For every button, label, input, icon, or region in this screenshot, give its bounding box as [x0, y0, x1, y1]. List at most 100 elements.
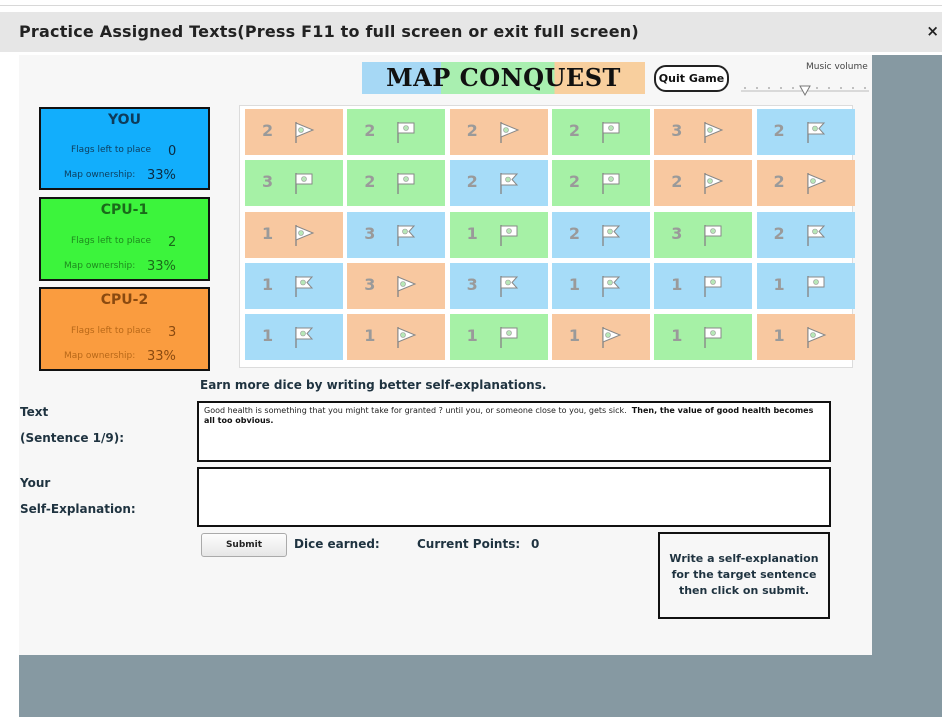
- dice-count: 3: [466, 274, 478, 294]
- submit-button[interactable]: Submit: [201, 533, 287, 557]
- map-territory[interactable]: 1: [551, 314, 650, 361]
- player-name: YOU: [108, 112, 141, 128]
- map-territory[interactable]: 2: [449, 160, 548, 207]
- dice-count: 3: [364, 223, 376, 243]
- background-bottom: [19, 655, 942, 717]
- game-logo: MAP CONQUEST: [362, 62, 645, 94]
- dice-count: 2: [773, 172, 785, 192]
- map-territory[interactable]: 1: [756, 262, 855, 309]
- target-text-box: Good health is something that you might …: [197, 401, 831, 462]
- flag-icon: [602, 173, 620, 195]
- map-territory[interactable]: 2: [245, 109, 343, 155]
- map-territory[interactable]: 2: [654, 160, 753, 207]
- map-territory[interactable]: 2: [756, 160, 855, 207]
- close-icon[interactable]: ×: [926, 22, 939, 40]
- ownership-value: 33%: [147, 259, 176, 274]
- map-territory[interactable]: 3: [347, 211, 446, 258]
- dice-count: 1: [262, 326, 274, 346]
- map-territory[interactable]: 1: [449, 314, 548, 361]
- map-territory[interactable]: 1: [245, 211, 343, 258]
- map-territory[interactable]: 2: [551, 211, 650, 258]
- flag-icon: [499, 173, 518, 195]
- self-explanation-label: Self-Explanation:: [20, 502, 136, 516]
- ownership-label: Map ownership:: [64, 351, 136, 361]
- flag-icon: [704, 173, 724, 195]
- map-territory[interactable]: 1: [347, 314, 446, 361]
- dice-count: 2: [773, 223, 785, 243]
- flag-icon: [295, 224, 315, 246]
- dice-count: 1: [773, 274, 785, 294]
- instruction-prompt: Earn more dice by writing better self-ex…: [200, 378, 547, 392]
- flag-icon: [295, 122, 315, 143]
- map-territory[interactable]: 3: [654, 109, 753, 155]
- flag-icon: [397, 224, 416, 246]
- flag-icon: [499, 275, 518, 297]
- flag-icon: [602, 122, 620, 143]
- map-territory[interactable]: 3: [449, 262, 548, 309]
- flag-icon: [499, 122, 519, 143]
- ownership-value: 33%: [147, 168, 176, 183]
- map-territory[interactable]: 1: [654, 262, 753, 309]
- dice-earned-label: Dice earned:: [294, 537, 380, 551]
- map-territory[interactable]: 2: [756, 211, 855, 258]
- flag-icon: [806, 122, 825, 143]
- map-territory[interactable]: 2: [449, 109, 548, 155]
- flag-icon: [397, 275, 417, 297]
- dice-count: 3: [671, 223, 683, 243]
- music-volume-label: Music volume: [806, 62, 868, 72]
- flag-icon: [602, 327, 622, 349]
- dice-count: 2: [364, 172, 376, 192]
- map-territory[interactable]: 1: [756, 314, 855, 361]
- top-divider: [0, 5, 942, 6]
- map-territory[interactable]: 3: [347, 262, 446, 309]
- text-label: Text: [20, 405, 49, 419]
- flag-icon: [397, 327, 417, 349]
- ownership-label: Map ownership:: [64, 170, 136, 180]
- flag-icon: [499, 224, 518, 246]
- dice-count: 2: [466, 121, 478, 140]
- map-territory[interactable]: 1: [449, 211, 548, 258]
- title-bar: Practice Assigned Texts(Press F11 to ful…: [0, 12, 942, 52]
- self-explanation-input[interactable]: [197, 467, 831, 527]
- flag-icon: [806, 224, 825, 246]
- map-territory[interactable]: 2: [347, 160, 446, 207]
- sentence-counter: (Sentence 1/9):: [20, 431, 125, 445]
- flag-icon: [806, 173, 826, 195]
- map-territory[interactable]: 3: [654, 211, 753, 258]
- map-territory[interactable]: 1: [654, 314, 753, 361]
- player-cpu1-card: CPU-1 Flags left to place 2 Map ownershi…: [39, 197, 210, 281]
- flag-icon: [602, 224, 621, 246]
- player-you-card: YOU Flags left to place 0 Map ownership:…: [39, 107, 210, 190]
- flag-icon: [295, 275, 314, 297]
- flags-label: Flags left to place: [71, 326, 152, 336]
- hint-box: Write a self-explanation for the target …: [658, 532, 830, 619]
- dice-count: 2: [466, 172, 478, 192]
- dice-count: 2: [568, 172, 581, 192]
- music-volume-slider[interactable]: [741, 78, 869, 98]
- ownership-label: Map ownership:: [64, 261, 136, 271]
- flag-icon: [704, 224, 722, 246]
- dice-count: 1: [568, 326, 581, 346]
- player-name: CPU-2: [100, 292, 149, 308]
- map-territory[interactable]: 3: [245, 160, 343, 207]
- dice-count: 2: [773, 121, 785, 140]
- flag-icon: [704, 122, 724, 143]
- window-title: Practice Assigned Texts(Press F11 to ful…: [19, 22, 639, 41]
- map-territory[interactable]: 2: [551, 109, 650, 155]
- map-territory[interactable]: 2: [756, 109, 855, 155]
- quit-game-button[interactable]: Quit Game: [654, 65, 729, 92]
- map-territory[interactable]: 1: [245, 314, 343, 361]
- flag-icon: [806, 327, 826, 349]
- map-territory[interactable]: 1: [245, 262, 343, 309]
- dice-count: 1: [466, 223, 478, 243]
- flag-icon: [704, 275, 722, 297]
- dice-count: 3: [364, 274, 376, 294]
- map-territory[interactable]: 2: [347, 109, 446, 155]
- flags-label: Flags left to place: [71, 145, 152, 155]
- map-territory[interactable]: 1: [551, 262, 650, 309]
- map-territory[interactable]: 2: [551, 160, 650, 207]
- flags-count: 2: [168, 235, 177, 250]
- dice-count: 1: [671, 274, 683, 294]
- flag-icon: [397, 173, 415, 195]
- current-points-label: Current Points:: [417, 537, 521, 551]
